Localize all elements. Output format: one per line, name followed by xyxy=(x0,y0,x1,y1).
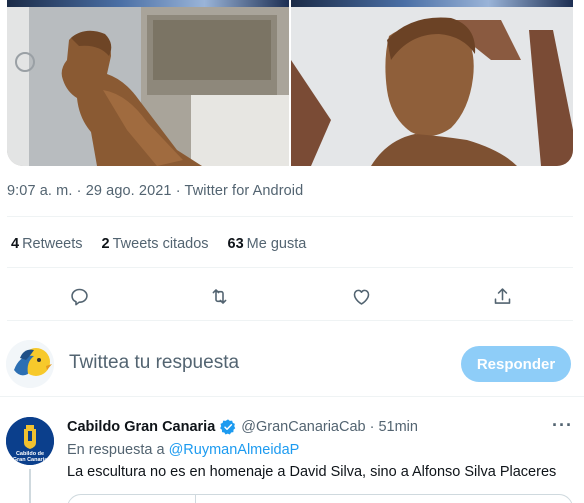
quote-card[interactable] xyxy=(67,494,573,503)
reply-text: La escultura no es en homenaje a David S… xyxy=(67,464,557,480)
tweet-timestamp-line: 9:07 a. m. · 29 ago. 2021 · Twitter for … xyxy=(7,183,303,199)
tweet-time[interactable]: 9:07 a. m. xyxy=(7,183,72,199)
like-icon xyxy=(353,289,369,305)
compose-reply: Twittea tu respuesta Responder xyxy=(0,330,584,396)
reply-time[interactable]: 51min xyxy=(378,419,418,435)
reply-separator: · xyxy=(369,419,375,435)
cabildo-logo-icon: Cabildo de Gran Canaria xyxy=(6,417,54,465)
share-button[interactable] xyxy=(486,280,518,312)
retweets-stat[interactable]: 4 Retweets xyxy=(11,236,83,252)
statue-bust-illustration xyxy=(291,7,573,166)
meta-separator: · xyxy=(76,183,82,199)
reply-author-name[interactable]: Cabildo Gran Canaria xyxy=(67,419,215,435)
in-reply-prefix: En respuesta a xyxy=(67,442,165,458)
reply-submit-button[interactable]: Responder xyxy=(461,346,571,382)
reply-button[interactable] xyxy=(63,280,95,312)
retweet-button[interactable] xyxy=(203,280,235,312)
divider xyxy=(7,267,573,268)
retweet-icon xyxy=(212,288,226,304)
meta-separator: · xyxy=(175,183,181,199)
quotes-count: 2 xyxy=(101,236,110,252)
retweets-count: 4 xyxy=(11,236,20,252)
share-icon xyxy=(494,287,510,304)
likes-label: Me gusta xyxy=(246,236,307,252)
quote-card-split xyxy=(195,495,196,503)
avatar[interactable] xyxy=(6,340,54,388)
user-avatar-illustration xyxy=(6,340,54,388)
verified-badge-icon xyxy=(220,419,236,435)
tweet-action-bar xyxy=(7,280,573,312)
in-reply-to: En respuesta a @RuymanAlmeidaP xyxy=(67,442,299,458)
tweet-photo-statue-bust[interactable] xyxy=(291,0,573,166)
like-button[interactable] xyxy=(345,280,377,312)
thread-line xyxy=(29,469,31,503)
statue-full-illustration xyxy=(7,7,289,166)
reply-icon xyxy=(70,288,88,305)
tweet-photo-statue-full[interactable] xyxy=(7,0,289,166)
tweet-stats: 4 Retweets 2 Tweets citados 63 Me gusta xyxy=(11,236,306,252)
avatar-text-2: Gran Canaria xyxy=(13,457,48,463)
reply-tweet[interactable]: Cabildo de Gran Canaria Cabildo Gran Can… xyxy=(0,405,584,503)
more-options-icon[interactable]: ··· xyxy=(552,415,573,436)
tweet-date[interactable]: 29 ago. 2021 xyxy=(86,183,172,199)
in-reply-handle-link[interactable]: @RuymanAlmeidaP xyxy=(169,442,300,458)
tweet-media-grid xyxy=(7,0,573,166)
divider xyxy=(0,396,584,397)
reply-input[interactable]: Twittea tu respuesta xyxy=(69,352,239,374)
quotes-label: Tweets citados xyxy=(112,236,209,252)
tweet-source[interactable]: Twitter for Android xyxy=(185,183,304,199)
quotes-stat[interactable]: 2 Tweets citados xyxy=(102,236,209,252)
avatar[interactable]: Cabildo de Gran Canaria xyxy=(6,417,54,465)
likes-count: 63 xyxy=(227,236,244,252)
reply-header: Cabildo Gran Canaria @GranCanariaCab · 5… xyxy=(67,418,418,436)
retweets-label: Retweets xyxy=(22,236,83,252)
divider xyxy=(7,216,573,217)
divider xyxy=(7,320,573,321)
likes-stat[interactable]: 63 Me gusta xyxy=(228,236,307,252)
reply-author-handle[interactable]: @GranCanariaCab xyxy=(241,419,365,435)
